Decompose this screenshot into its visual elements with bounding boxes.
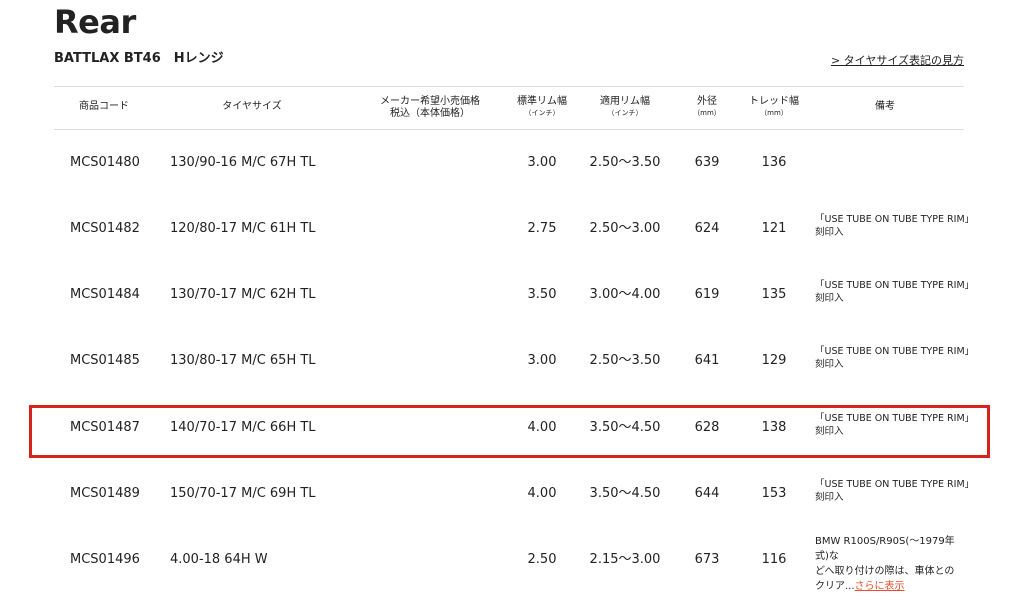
header-app-rim-unit: （インチ） [607,109,643,117]
cell-size: 130/90-16 M/C 67H TL [170,155,316,170]
remarks-line: 「USE TUBE ON TUBE TYPE RIM」 [815,413,975,424]
remarks-line: 「USE TUBE ON TUBE TYPE RIM」 [815,346,975,357]
cell-code: MCS01487 [70,420,140,435]
remarks-line: 刻印入 [815,426,844,437]
cell-std-rim: 2.75 [527,221,557,236]
header-app-rim: 適用リム幅 （インチ） [590,96,660,118]
cell-tread: 135 [761,287,787,302]
header-diameter: 外径 （mm） [682,96,732,118]
cell-diameter: 673 [694,552,720,567]
header-std-rim-unit: （インチ） [524,109,560,117]
remarks-line: 刻印入 [815,293,844,304]
header-tread: トレッド幅 （mm） [743,96,805,118]
header-tread-label: トレッド幅 [749,96,799,107]
cell-code: MCS01480 [70,155,140,170]
cell-tread: 136 [761,155,787,170]
header-diameter-unit: （mm） [693,109,721,117]
table-top-border [54,86,964,87]
cell-diameter: 644 [694,486,720,501]
page-title: Rear [54,3,136,41]
size-guide-link[interactable]: > タイヤサイズ表記の見方 [831,54,964,68]
table-header-border [54,129,964,130]
cell-size: 130/70-17 M/C 62H TL [170,287,316,302]
header-diameter-label: 外径 [697,96,717,107]
cell-app-rim: 2.50〜3.50 [589,353,661,368]
show-more-link[interactable]: さらに表示 [855,581,905,592]
cell-tread: 116 [761,552,787,567]
cell-remarks: 「USE TUBE ON TUBE TYPE RIM」 刻印入 [815,213,975,239]
cell-code: MCS01489 [70,486,140,501]
header-code: 商品コード [79,101,129,112]
header-std-rim: 標準リム幅 （インチ） [507,96,577,118]
cell-std-rim: 3.00 [527,353,557,368]
cell-diameter: 639 [694,155,720,170]
cell-remarks: 「USE TUBE ON TUBE TYPE RIM」 刻印入 [815,345,975,371]
cell-remarks: 「USE TUBE ON TUBE TYPE RIM」 刻印入 [815,412,975,438]
cell-diameter: 628 [694,420,720,435]
cell-std-rim: 2.50 [527,552,557,567]
product-subtitle: BATTLAX BT46 Hレンジ [54,51,224,66]
cell-std-rim: 3.50 [527,287,557,302]
cell-diameter: 619 [694,287,720,302]
cell-std-rim: 4.00 [527,420,557,435]
remarks-line: 刻印入 [815,227,844,238]
tire-size-page: Rear BATTLAX BT46 Hレンジ > タイヤサイズ表記の見方 商品コ… [0,0,1024,601]
cell-diameter: 624 [694,221,720,236]
cell-size: 120/80-17 M/C 61H TL [170,221,316,236]
header-app-rim-label: 適用リム幅 [600,96,650,107]
cell-size: 140/70-17 M/C 66H TL [170,420,316,435]
cell-remarks: 「USE TUBE ON TUBE TYPE RIM」 刻印入 [815,478,975,504]
cell-app-rim: 2.50〜3.00 [589,221,661,236]
remarks-line: BMW R100S/R90S(〜1979年式)な [815,536,955,562]
cell-app-rim: 2.15〜3.00 [589,552,661,567]
header-std-rim-label: 標準リム幅 [517,96,567,107]
header-price-line2: 税込（本体価格） [390,108,470,119]
remarks-line: 刻印入 [815,359,844,370]
cell-std-rim: 3.00 [527,155,557,170]
cell-tread: 138 [761,420,787,435]
cell-remarks: 「USE TUBE ON TUBE TYPE RIM」 刻印入 [815,279,975,305]
cell-code: MCS01496 [70,552,140,567]
cell-size: 150/70-17 M/C 69H TL [170,486,316,501]
cell-remarks: BMW R100S/R90S(〜1979年式)などへ取り付けの際は、車体との クリ… [815,534,967,594]
cell-tread: 121 [761,221,787,236]
cell-app-rim: 3.50〜4.50 [589,486,661,501]
cell-size: 4.00-18 64H W [170,552,268,567]
cell-tread: 153 [761,486,787,501]
remarks-line: どへ取り付けの際は、車体との [815,566,955,577]
cell-std-rim: 4.00 [527,486,557,501]
cell-diameter: 641 [694,353,720,368]
remarks-line: 刻印入 [815,492,844,503]
header-price-line1: メーカー希望小売価格 [380,96,480,107]
cell-app-rim: 3.00〜4.00 [589,287,661,302]
cell-app-rim: 2.50〜3.50 [589,155,661,170]
cell-size: 130/80-17 M/C 65H TL [170,353,316,368]
remarks-line: 「USE TUBE ON TUBE TYPE RIM」 [815,479,975,490]
cell-code: MCS01485 [70,353,140,368]
remarks-line: クリア... [815,581,855,592]
remarks-line: 「USE TUBE ON TUBE TYPE RIM」 [815,280,975,291]
header-tread-unit: （mm） [760,109,788,117]
header-price: メーカー希望小売価格 税込（本体価格） [360,96,500,120]
cell-code: MCS01482 [70,221,140,236]
header-remarks: 備考 [875,101,895,112]
cell-app-rim: 3.50〜4.50 [589,420,661,435]
remarks-line: 「USE TUBE ON TUBE TYPE RIM」 [815,214,975,225]
header-size: タイヤサイズ [222,101,282,112]
cell-tread: 129 [761,353,787,368]
cell-code: MCS01484 [70,287,140,302]
